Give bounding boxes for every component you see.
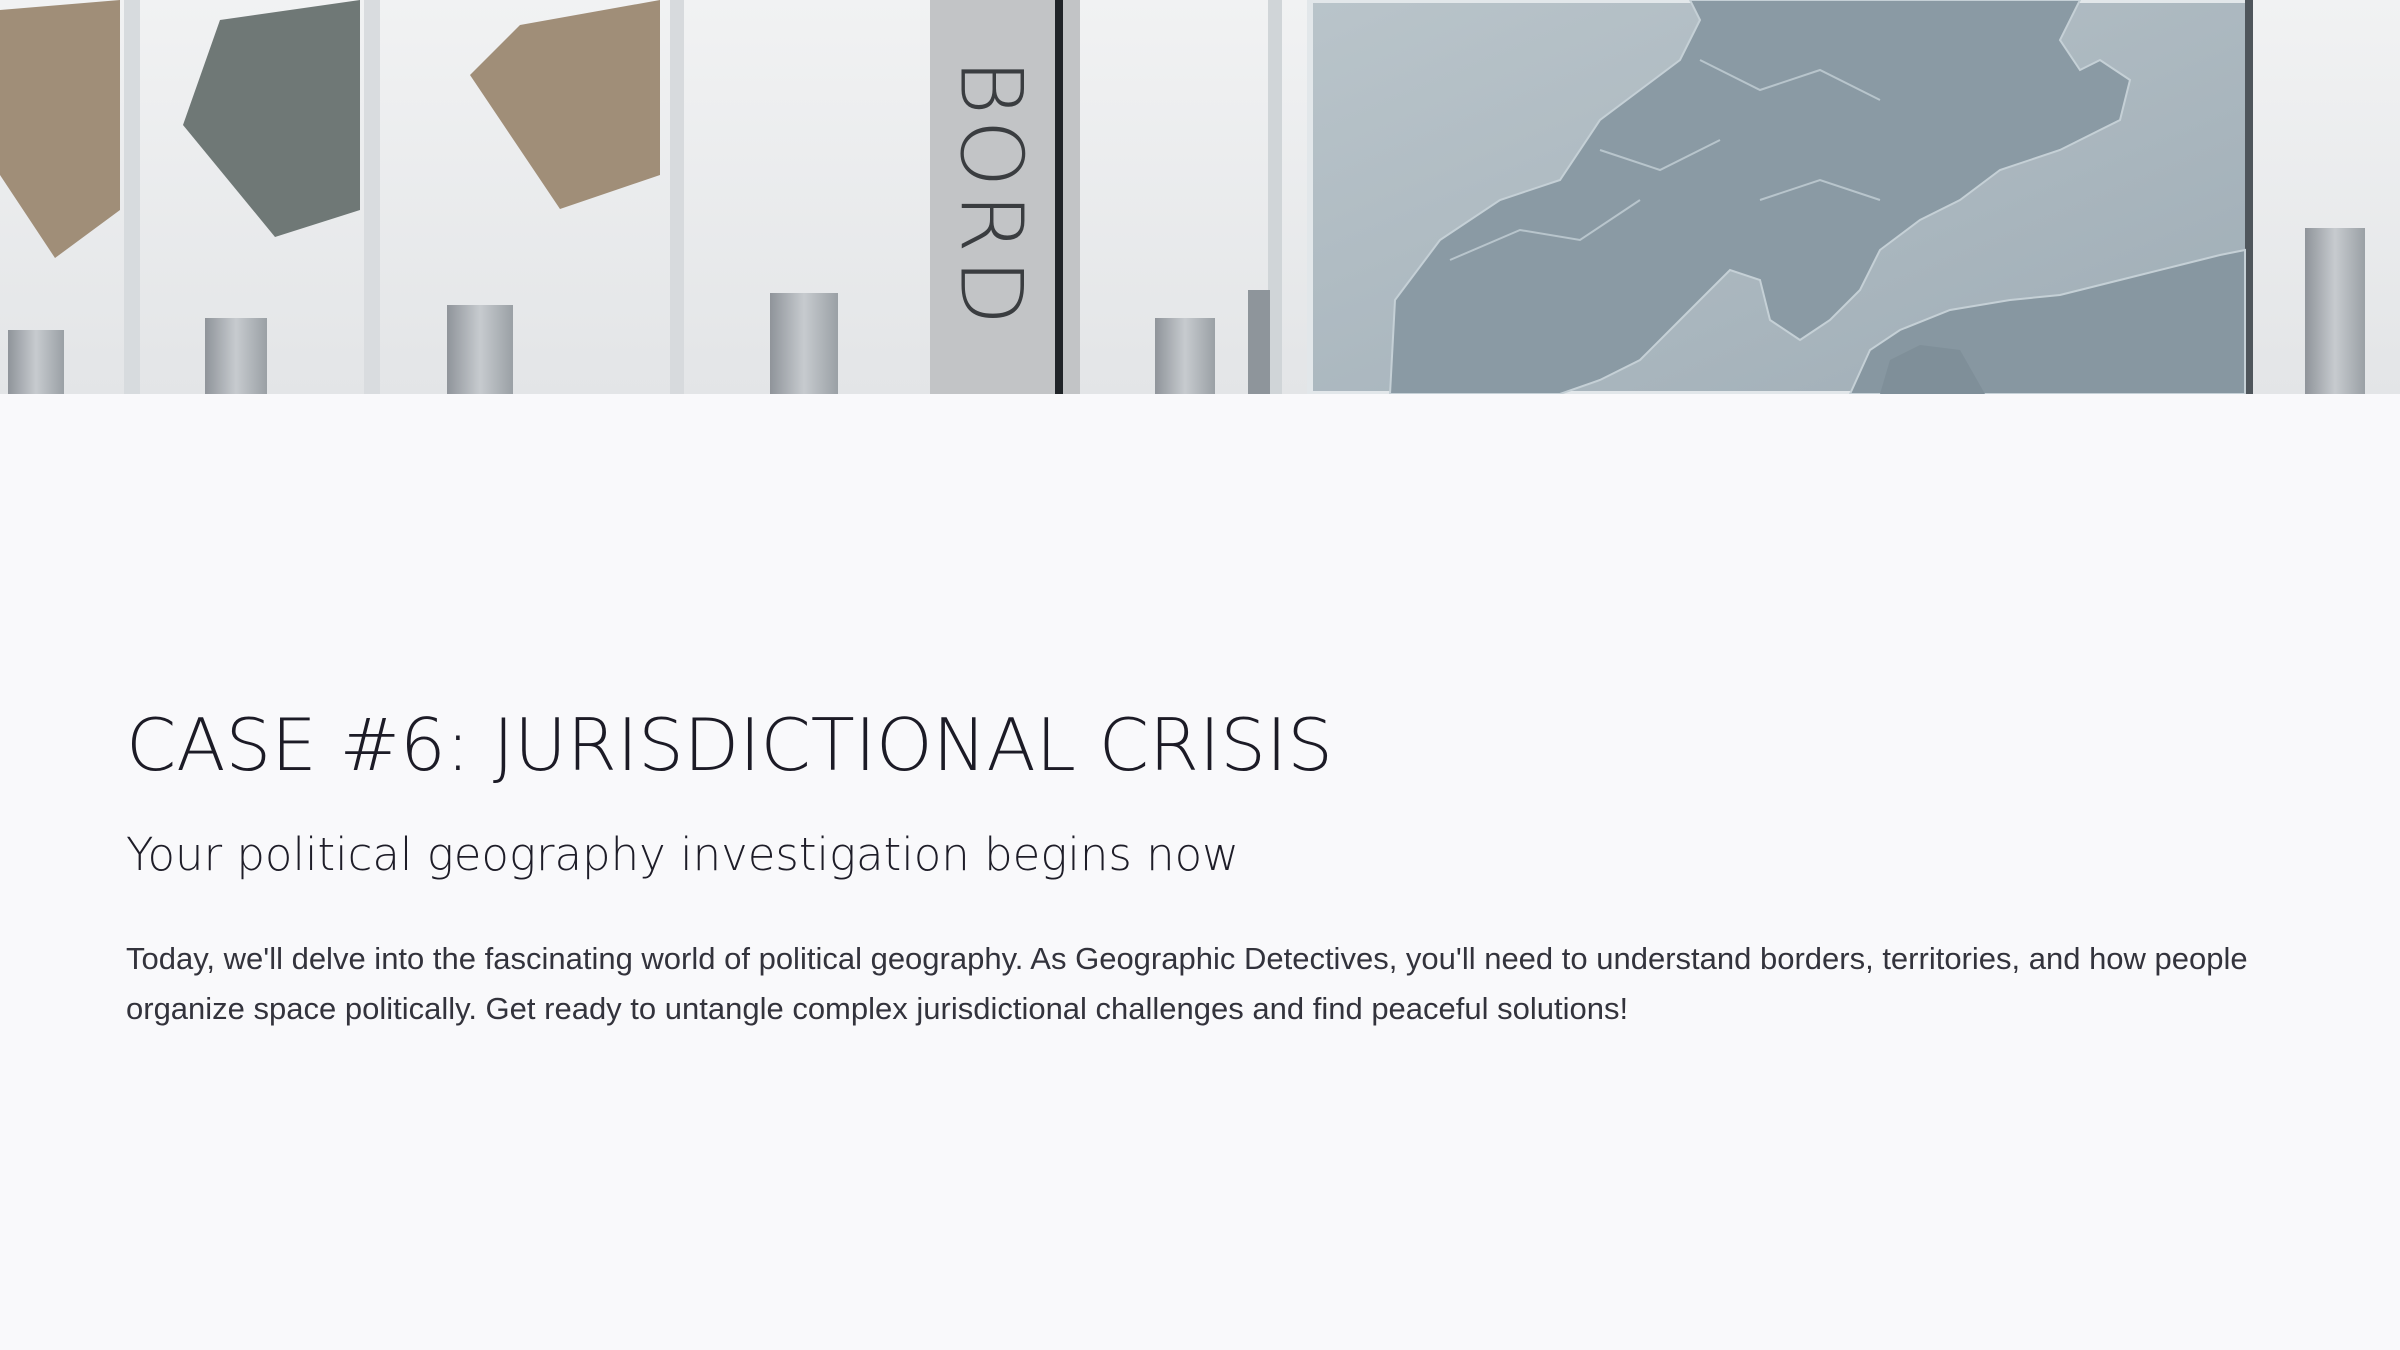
glass-panel-edge — [124, 0, 140, 394]
slide-subtitle: Your political geography investigation b… — [126, 828, 1239, 881]
sign-frame-edge — [1055, 0, 1063, 394]
bollard — [1155, 318, 1215, 394]
slide-content: CASE #6: JURISDICTIONAL CRISIS Your poli… — [126, 690, 2306, 1034]
hero-banner-image: BORD — [0, 0, 2400, 394]
bollard — [770, 293, 838, 394]
slide-title: CASE #6: JURISDICTIONAL CRISIS — [126, 703, 1333, 787]
bollard — [2305, 228, 2365, 394]
bollard — [1248, 290, 1270, 394]
bollard — [205, 318, 267, 394]
hero-photo-illustration: BORD — [0, 0, 2400, 394]
slide-body-text: Today, we'll delve into the fascinating … — [126, 941, 2248, 1026]
glass-panel-edge — [1268, 0, 1282, 394]
glass-panel-edge — [364, 0, 380, 394]
bollard — [8, 330, 64, 394]
bollard — [447, 305, 513, 394]
glass-panel-edge — [670, 0, 684, 394]
sign-lettering: BORD — [941, 59, 1041, 331]
slide-page: BORD CASE #6: JURISDICTIONAL CRISIS Your… — [0, 0, 2400, 1350]
